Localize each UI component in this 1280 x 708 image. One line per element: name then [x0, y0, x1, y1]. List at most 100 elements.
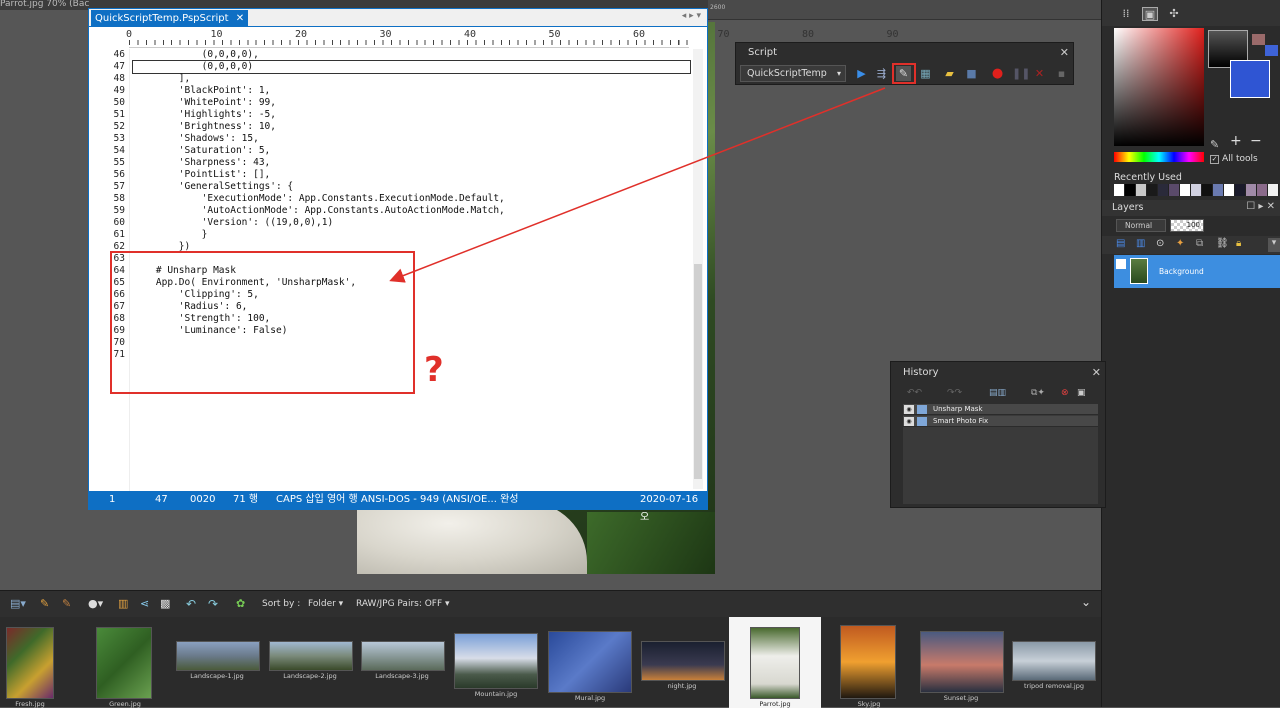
recent-color-swatch[interactable] — [1268, 184, 1279, 196]
code-line[interactable]: 60 'Version': ((19,0,0),1) — [89, 217, 690, 229]
lock-icon[interactable]: 🔒︎ — [1236, 238, 1241, 249]
record-icon[interactable]: ● — [990, 66, 1005, 81]
mask-icon[interactable]: ⊙ — [1156, 238, 1164, 249]
thumbnail-item[interactable]: Sky.jpg — [824, 617, 914, 708]
pencil-icon[interactable]: ✎ — [1210, 138, 1219, 151]
eye-icon[interactable]: ◉ — [904, 417, 914, 426]
recent-color-swatch[interactable] — [1169, 184, 1180, 196]
recent-color-swatch[interactable] — [1191, 184, 1202, 196]
recent-color-swatch[interactable] — [1180, 184, 1191, 196]
bg-color-mini[interactable] — [1265, 45, 1278, 56]
raw-jpg-pairs-select[interactable]: RAW/JPG Pairs: OFF ▾ — [356, 599, 450, 609]
recent-color-swatch[interactable] — [1136, 184, 1147, 196]
raster-layer-icon[interactable]: ▥ — [1136, 238, 1145, 249]
new-layer-icon[interactable]: ▤ — [1116, 238, 1125, 249]
code-line[interactable]: 47 (0,0,0,0) — [114, 60, 691, 74]
output-window-icon[interactable]: ▦ — [918, 66, 933, 81]
redo-icon[interactable]: ↷↷ — [947, 388, 962, 398]
recent-color-swatch[interactable] — [1147, 184, 1158, 196]
recent-color-swatch[interactable] — [1202, 184, 1213, 196]
checkbox-icon[interactable]: ✓ — [1210, 155, 1219, 164]
copy-to-clipboard-icon[interactable]: ⧉✦ — [1031, 388, 1045, 398]
link-icon[interactable]: ⛓ — [1216, 238, 1229, 249]
thumbnail-item[interactable]: Fresh.jpg — [0, 617, 60, 708]
color-picker-gradient[interactable] — [1114, 28, 1204, 146]
save-recording-icon[interactable]: ▪ — [1054, 66, 1069, 81]
recent-color-swatch[interactable] — [1257, 184, 1268, 196]
lock-history-icon[interactable]: ▤▥ — [989, 388, 1006, 398]
run-script-icon[interactable]: ▶ — [854, 66, 869, 81]
grid-icon[interactable]: ⁞⁞ — [1118, 7, 1134, 21]
recent-color-swatch[interactable] — [1125, 184, 1136, 196]
thumbnail-item[interactable]: Landscape-2.jpg — [265, 617, 355, 708]
plus-icon[interactable]: + — [1230, 133, 1242, 149]
thumbnail-item[interactable]: tripod removal.jpg — [1008, 617, 1100, 708]
brush-icon[interactable]: ✎ — [40, 597, 49, 610]
close-icon[interactable]: ✕ — [1092, 366, 1101, 379]
tab-quickscripttemp[interactable]: QuickScriptTemp.PspScript ✕ — [91, 10, 249, 27]
rotate-left-icon[interactable]: ↶ — [186, 597, 196, 611]
edit-icon[interactable]: ▩ — [160, 597, 170, 610]
code-line[interactable]: 58 'ExecutionMode': App.Constants.Execut… — [89, 193, 690, 205]
code-line[interactable]: 56 'PointList': [], — [89, 169, 690, 181]
thumbnail-item[interactable]: Landscape-1.jpg — [172, 617, 262, 708]
save-script-icon[interactable]: ▣ — [1077, 388, 1086, 398]
code-line[interactable]: 50 'WhitePoint': 99, — [89, 97, 690, 109]
code-line[interactable]: 61 } — [89, 229, 690, 241]
enhance-icon[interactable]: ✿ — [236, 597, 245, 610]
document-tab-label[interactable]: Parrot.jpg 70% (Bac — [0, 0, 89, 9]
layers-window-controls[interactable]: ☐ ▸ ✕ — [1246, 201, 1275, 212]
thumbnail-item[interactable]: Parrot.jpg — [729, 617, 821, 708]
run-selected-icon[interactable]: ⇶ — [874, 66, 889, 81]
effects-icon[interactable]: ✦ — [1176, 238, 1184, 249]
eye-icon[interactable] — [1116, 259, 1126, 269]
view-icon[interactable]: ▤▾ — [10, 597, 26, 610]
cancel-icon[interactable]: ✕ — [1032, 66, 1047, 81]
hue-bar[interactable] — [1114, 152, 1204, 162]
thumbnail-item[interactable]: night.jpg — [637, 617, 727, 708]
dropper-icon[interactable]: ✣ — [1166, 7, 1182, 21]
tab-nav-icons[interactable]: ◂ ▸ ▾ — [682, 11, 701, 21]
code-line[interactable]: 51 'Highlights': -5, — [89, 109, 690, 121]
recent-color-swatch[interactable] — [1235, 184, 1246, 196]
code-line[interactable]: 59 'AutoActionMode': App.Constants.AutoA… — [89, 205, 690, 217]
opacity-field[interactable]: 100 — [1170, 219, 1204, 232]
thumbnail-item[interactable]: Mural.jpg — [544, 617, 636, 708]
code-line[interactable]: 46 (0,0,0,0), — [89, 49, 690, 61]
layer-menu-chevron-icon[interactable]: ▾ — [1268, 238, 1280, 252]
history-item[interactable]: ◉ Unsharp Mask — [903, 404, 1098, 415]
tag-icon[interactable]: ✎ — [62, 597, 71, 610]
print-icon[interactable]: ▥ — [118, 597, 128, 610]
code-line[interactable]: 55 'Sharpness': 43, — [89, 157, 690, 169]
close-icon[interactable]: ✕ — [236, 13, 244, 24]
close-icon[interactable]: ✕ — [1060, 46, 1069, 59]
code-line[interactable]: 49 'BlackPoint': 1, — [89, 85, 690, 97]
vertical-scrollbar[interactable] — [693, 49, 703, 489]
person-icon[interactable]: ●▾ — [88, 597, 103, 610]
thumbnail-item[interactable]: Sunset.jpg — [916, 617, 1006, 708]
blend-mode-select[interactable]: Normal — [1116, 219, 1166, 232]
thumbnail-item[interactable]: Green.jpg — [90, 617, 160, 708]
script-select[interactable]: QuickScriptTemp ▾ — [740, 65, 846, 82]
code-line[interactable]: 52 'Brightness': 10, — [89, 121, 690, 133]
rotate-right-icon[interactable]: ↷ — [208, 597, 218, 611]
code-line[interactable]: 57 'GeneralSettings': { — [89, 181, 690, 193]
share-icon[interactable]: ⋖ — [140, 597, 149, 610]
open-folder-icon[interactable]: ▰ — [942, 66, 957, 81]
fg-color-mini[interactable] — [1252, 34, 1265, 45]
chevron-down-icon[interactable]: ⌄ — [1081, 595, 1091, 609]
recent-color-swatch[interactable] — [1213, 184, 1224, 196]
recent-color-swatch[interactable] — [1246, 184, 1257, 196]
code-line[interactable]: 53 'Shadows': 15, — [89, 133, 690, 145]
scrollbar-thumb[interactable] — [694, 264, 702, 479]
code-line[interactable]: 48 ], — [89, 73, 690, 85]
thumbnail-item[interactable]: Mountain.jpg — [450, 617, 542, 708]
history-item[interactable]: ◉ Smart Photo Fix — [903, 416, 1098, 427]
thumbnail-item[interactable]: Landscape-3.jpg — [357, 617, 447, 708]
pause-icon[interactable]: ❚❚ — [1012, 66, 1030, 81]
background-swatch[interactable] — [1230, 60, 1270, 98]
recent-color-swatch[interactable] — [1158, 184, 1169, 196]
duplicate-icon[interactable]: ⧉ — [1196, 238, 1203, 249]
eye-icon[interactable]: ◉ — [904, 405, 914, 414]
recent-color-swatch[interactable] — [1114, 184, 1125, 196]
